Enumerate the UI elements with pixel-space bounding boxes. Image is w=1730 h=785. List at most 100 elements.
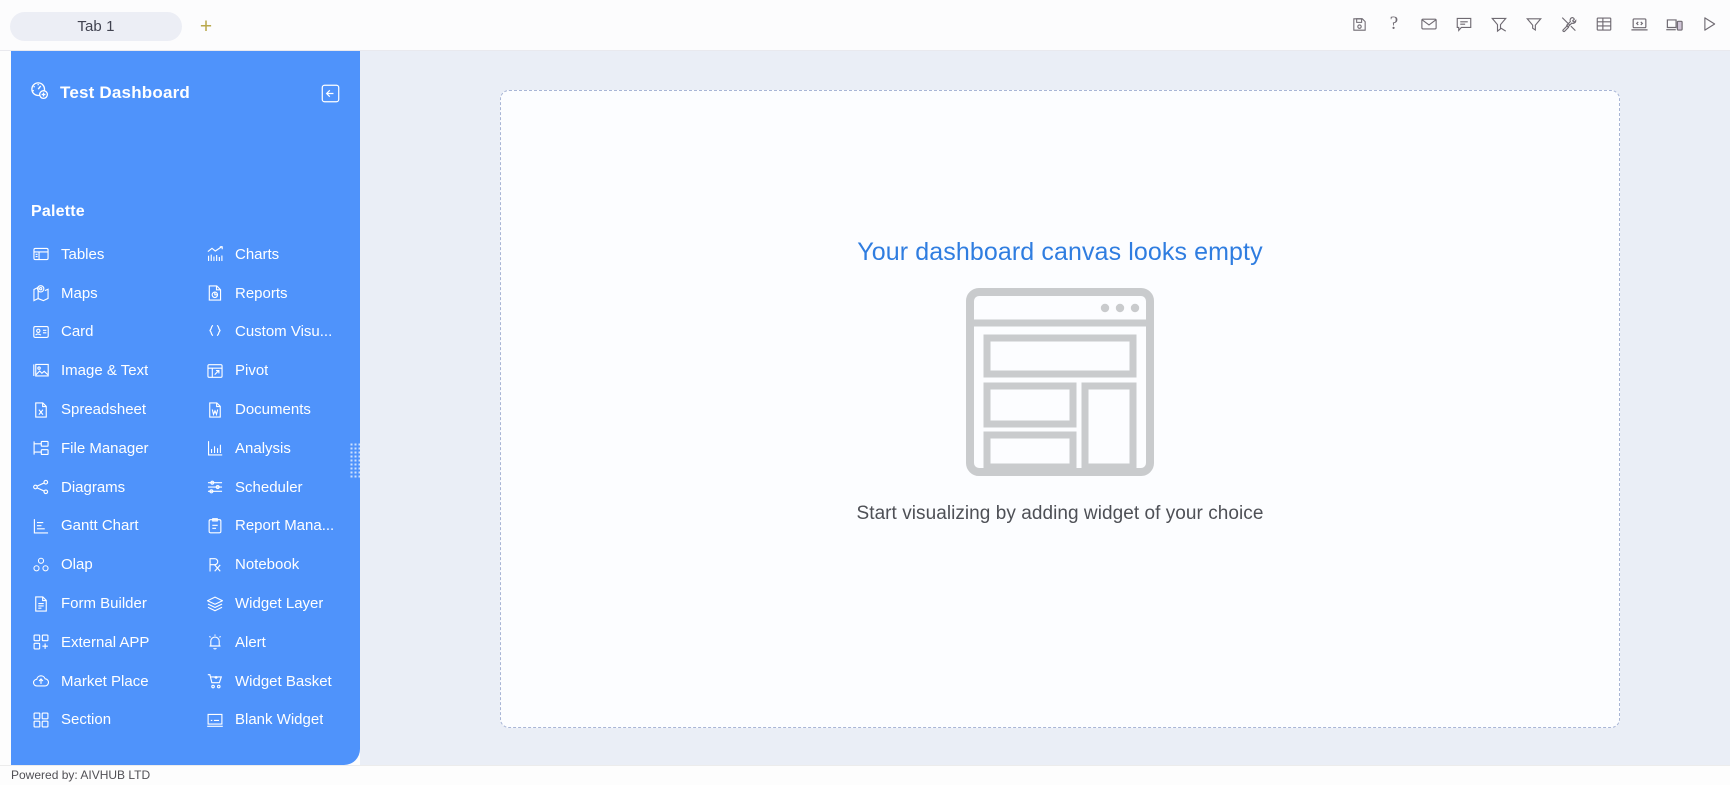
palette-item-notebook[interactable]: Notebook	[188, 545, 360, 584]
comment-icon[interactable]	[1453, 13, 1475, 35]
palette-item-gantt-chart[interactable]: Gantt Chart	[11, 507, 188, 546]
tools-icon[interactable]	[1558, 13, 1580, 35]
palette-item-alert[interactable]: Alert	[188, 623, 360, 662]
palette-item-label: External APP	[61, 633, 150, 651]
tab-1[interactable]: Tab 1	[10, 12, 182, 41]
notebook-icon	[205, 555, 224, 574]
device-preview-icon[interactable]	[1663, 13, 1685, 35]
palette-item-label: Blank Widget	[235, 711, 324, 729]
palette-item-olap[interactable]: Olap	[11, 545, 188, 584]
spreadsheet-icon	[31, 400, 50, 419]
mail-icon[interactable]	[1418, 13, 1440, 35]
palette-item-blank-widget[interactable]: Blank Widget	[188, 701, 360, 740]
workspace: Your dashboard canvas looks empty Start …	[360, 51, 1730, 765]
palette-grid: Tables Charts Maps Reports Card Custom V…	[11, 235, 360, 739]
palette-item-charts[interactable]: Charts	[188, 235, 360, 274]
palette-item-section[interactable]: Section	[11, 701, 188, 740]
palette-item-label: Charts	[235, 245, 280, 263]
empty-dashboard-illustration	[965, 287, 1155, 482]
palette-item-label: Maps	[61, 284, 98, 302]
form-builder-icon	[31, 594, 50, 613]
widget-layer-icon	[205, 594, 224, 613]
code-laptop-icon[interactable]	[1628, 13, 1650, 35]
palette-item-spreadsheet[interactable]: Spreadsheet	[11, 390, 188, 429]
top-bar: Tab 1 + ?	[0, 0, 1730, 51]
palette-item-label: Market Place	[61, 672, 149, 690]
palette-item-label: Spreadsheet	[61, 401, 147, 419]
palette-sidebar: Test Dashboard Palette Tables Charts Map…	[11, 51, 360, 765]
palette-item-label: Widget Basket	[235, 672, 332, 690]
palette-item-reports[interactable]: Reports	[188, 274, 360, 313]
sidebar-header: Test Dashboard	[11, 73, 360, 113]
report-manager-icon	[205, 516, 224, 535]
palette-item-label: Reports	[235, 284, 288, 302]
reports-icon	[205, 284, 224, 303]
footer-bar: Powered by: AIVHUB LTD	[0, 765, 1730, 785]
palette-item-widget-basket[interactable]: Widget Basket	[188, 662, 360, 701]
add-tab-button[interactable]: +	[194, 15, 218, 39]
palette-item-report-manager[interactable]: Report Mana...	[188, 507, 360, 546]
save-icon[interactable]	[1348, 13, 1370, 35]
palette-item-documents[interactable]: Documents	[188, 390, 360, 429]
palette-item-label: Tables	[61, 245, 105, 263]
palette-item-analysis[interactable]: Analysis	[188, 429, 360, 468]
dashboard-title-group: Test Dashboard	[29, 80, 318, 106]
file-manager-icon	[31, 439, 50, 458]
tab-strip: Tab 1 +	[10, 12, 218, 41]
palette-item-label: Gantt Chart	[61, 517, 139, 535]
dashboard-canvas[interactable]: Your dashboard canvas looks empty Start …	[500, 90, 1620, 728]
filter-icon[interactable]	[1523, 13, 1545, 35]
palette-item-maps[interactable]: Maps	[11, 274, 188, 313]
grid-table-icon[interactable]	[1593, 13, 1615, 35]
palette-item-market-place[interactable]: Market Place	[11, 662, 188, 701]
tables-icon	[31, 245, 50, 264]
analysis-icon	[205, 439, 224, 458]
alert-icon	[205, 633, 224, 652]
powered-by-text: Powered by: AIVHUB LTD	[11, 768, 151, 782]
palette-item-form-builder[interactable]: Form Builder	[11, 584, 188, 623]
palette-item-label: Form Builder	[61, 595, 147, 613]
palette-item-label: Report Mana...	[235, 517, 335, 535]
palette-item-tables[interactable]: Tables	[11, 235, 188, 274]
help-icon[interactable]: ?	[1383, 13, 1405, 35]
palette-item-external-app[interactable]: External APP	[11, 623, 188, 662]
play-icon[interactable]	[1698, 13, 1720, 35]
palette-item-label: Alert	[235, 633, 266, 651]
section-icon	[31, 710, 50, 729]
pivot-icon	[205, 361, 224, 380]
dashboard-app: Tab 1 + ? Test Dashboard Palette Tables …	[0, 0, 1730, 785]
palette-item-label: Analysis	[235, 439, 291, 457]
palette-item-label: File Manager	[61, 439, 149, 457]
image-text-icon	[31, 361, 50, 380]
blank-widget-icon	[205, 710, 224, 729]
top-toolbar: ?	[1348, 13, 1720, 35]
palette-item-label: Widget Layer	[235, 595, 324, 613]
widget-basket-icon	[205, 672, 224, 691]
palette-item-pivot[interactable]: Pivot	[188, 351, 360, 390]
scheduler-icon	[205, 478, 224, 497]
palette-item-label: Card	[61, 323, 94, 341]
palette-item-label: Pivot	[235, 362, 269, 380]
palette-item-image-text[interactable]: Image & Text	[11, 351, 188, 390]
palette-item-card[interactable]: Card	[11, 313, 188, 352]
custom-visual-icon	[205, 322, 224, 341]
palette-item-custom-visual[interactable]: Custom Visu...	[188, 313, 360, 352]
card-icon	[31, 322, 50, 341]
market-place-icon	[31, 672, 50, 691]
palette-item-file-manager[interactable]: File Manager	[11, 429, 188, 468]
maps-icon	[31, 284, 50, 303]
charts-icon	[205, 245, 224, 264]
diagrams-icon	[31, 478, 50, 497]
palette-item-label: Image & Text	[61, 362, 149, 380]
dashboard-add-icon	[29, 80, 50, 106]
palette-item-label: Notebook	[235, 556, 300, 574]
sidebar-resize-handle[interactable]	[350, 443, 360, 479]
dashboard-title: Test Dashboard	[60, 83, 191, 102]
palette-item-widget-layer[interactable]: Widget Layer	[188, 584, 360, 623]
palette-item-diagrams[interactable]: Diagrams	[11, 468, 188, 507]
collapse-left-icon[interactable]	[318, 81, 342, 105]
palette-heading: Palette	[31, 203, 85, 220]
palette-item-scheduler[interactable]: Scheduler	[188, 468, 360, 507]
clear-filter-icon[interactable]	[1488, 13, 1510, 35]
empty-state: Your dashboard canvas looks empty Start …	[501, 238, 1619, 525]
